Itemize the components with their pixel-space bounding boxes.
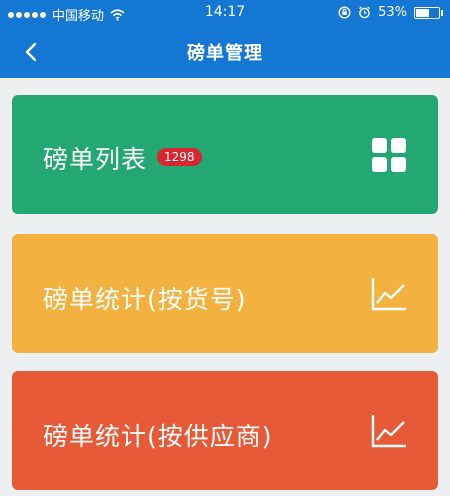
card-title: 磅单统计(按货号) [43,285,247,314]
status-right: 53% [338,5,443,20]
status-bar: 中国移动 14:17 53% [0,0,450,26]
card-label-weigh-list: 磅单列表 1298 [43,140,202,176]
grid-icon [372,138,406,172]
card-stats-by-item[interactable]: 磅单统计(按货号) [12,234,438,353]
nav-bar: 磅单管理 [0,26,450,78]
card-title: 磅单列表 [43,145,148,174]
card-title: 磅单统计(按供应商) [43,422,273,451]
page-title: 磅单管理 [187,43,263,64]
line-chart-icon [371,278,406,311]
card-stats-by-supplier[interactable]: 磅单统计(按供应商) [12,371,438,490]
line-chart-icon [371,415,406,448]
battery-percent: 53% [378,5,407,20]
card-weigh-list[interactable]: 磅单列表 1298 [12,95,438,214]
rotation-lock-icon [338,6,351,19]
alarm-icon [359,6,371,19]
battery-fill [416,8,429,17]
battery-icon [414,6,443,19]
count-badge: 1298 [157,148,202,166]
